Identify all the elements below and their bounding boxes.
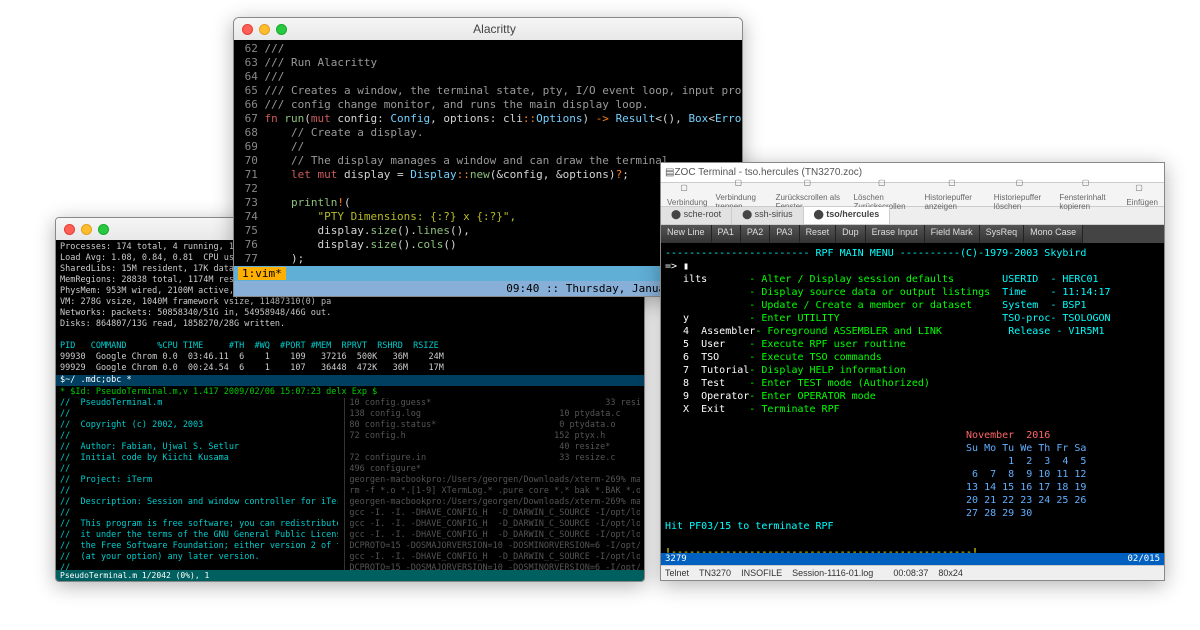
zoom-icon[interactable] [98,224,109,235]
zoc-cursor-pos: 02/015 [1127,554,1160,564]
toolbar-icon: ▢ [1016,178,1030,192]
fn-button[interactable]: Mono Case [1024,225,1083,243]
tab-sshsirius[interactable]: ⬤ ssh-sirius [732,207,804,224]
fn-button[interactable]: Dup [836,225,866,243]
zoc-window: ▤ ZOC Terminal - tso.hercules (TN3270.zo… [660,162,1165,581]
fn-button[interactable]: PA1 [712,225,741,243]
fn-button[interactable]: SysReq [980,225,1025,243]
status-cell: Session-1116-01.log [792,568,873,578]
fn-button[interactable]: PA3 [770,225,799,243]
fn-button[interactable]: New Line [661,225,712,243]
close-icon[interactable] [64,224,75,235]
tab-scheroot[interactable]: ⬤ sche-root [661,207,732,224]
window-title: ZOC Terminal - tso.hercules (TN3270.zoc) [674,167,862,178]
status-cell: TN3270 [699,568,731,578]
zoc-button-row: New LinePA1PA2PA3ResetDupErase InputFiel… [661,225,1164,243]
toolbar-button[interactable]: ▢Verbindung [667,183,707,207]
fn-button[interactable]: Reset [800,225,837,243]
status-cell: Telnet [665,568,689,578]
toolbar-icon: ▢ [948,178,962,192]
toolbar-button[interactable]: ▢Historiepuffer anzeigen [925,178,986,211]
toolbar-button[interactable]: ▢Einfügen [1126,183,1158,207]
zoc-app-icon: ▤ [665,167,674,178]
toolbar-icon: ▢ [804,178,818,192]
toolbar-icon: ▢ [1082,178,1096,192]
status-cell: INSOFILE [741,568,782,578]
status-cell: 80x24 [938,568,963,578]
fn-button[interactable]: Erase Input [866,225,925,243]
alacritty-titlebar[interactable]: Alacritty [234,18,742,40]
zoc-3270-screen[interactable]: ------------------------ RPF MAIN MENU -… [661,243,1164,553]
window-title: Alacritty [287,22,742,36]
status-cell: 00:08:37 [893,568,928,578]
tab-tsohercules[interactable]: ⬤ tso/hercules [804,207,891,224]
vim-status-bar: PseudoTerminal.m 1/2042 (0%), 1 [56,570,644,581]
zoc-toolbar: ▢Verbindung▢Verbindung trennen▢Zurückscr… [661,183,1164,207]
toolbar-icon: ▢ [735,178,749,192]
fn-button[interactable]: Field Mark [925,225,980,243]
fn-button[interactable]: PA2 [741,225,770,243]
toolbar-icon: ▢ [878,178,892,192]
minimize-icon[interactable] [259,24,270,35]
zoc-status-bar: Telnet TN3270 INSOFILE Session-1116-01.log 0… [661,565,1164,580]
zoc-status-3270: 3279 02/015 [661,553,1164,565]
toolbar-icon: ▢ [1135,183,1149,197]
zoc-term-type: 3279 [665,554,1127,564]
close-icon[interactable] [242,24,253,35]
toolbar-button[interactable]: ▢Historiepuffer löschen [994,178,1052,211]
toolbar-button[interactable]: ▢Fensterinhalt kopieren [1059,178,1118,211]
zoom-icon[interactable] [276,24,287,35]
minimize-icon[interactable] [81,224,92,235]
vim-tab-indicator: 1:vim* [238,267,286,280]
toolbar-icon: ▢ [680,183,694,197]
